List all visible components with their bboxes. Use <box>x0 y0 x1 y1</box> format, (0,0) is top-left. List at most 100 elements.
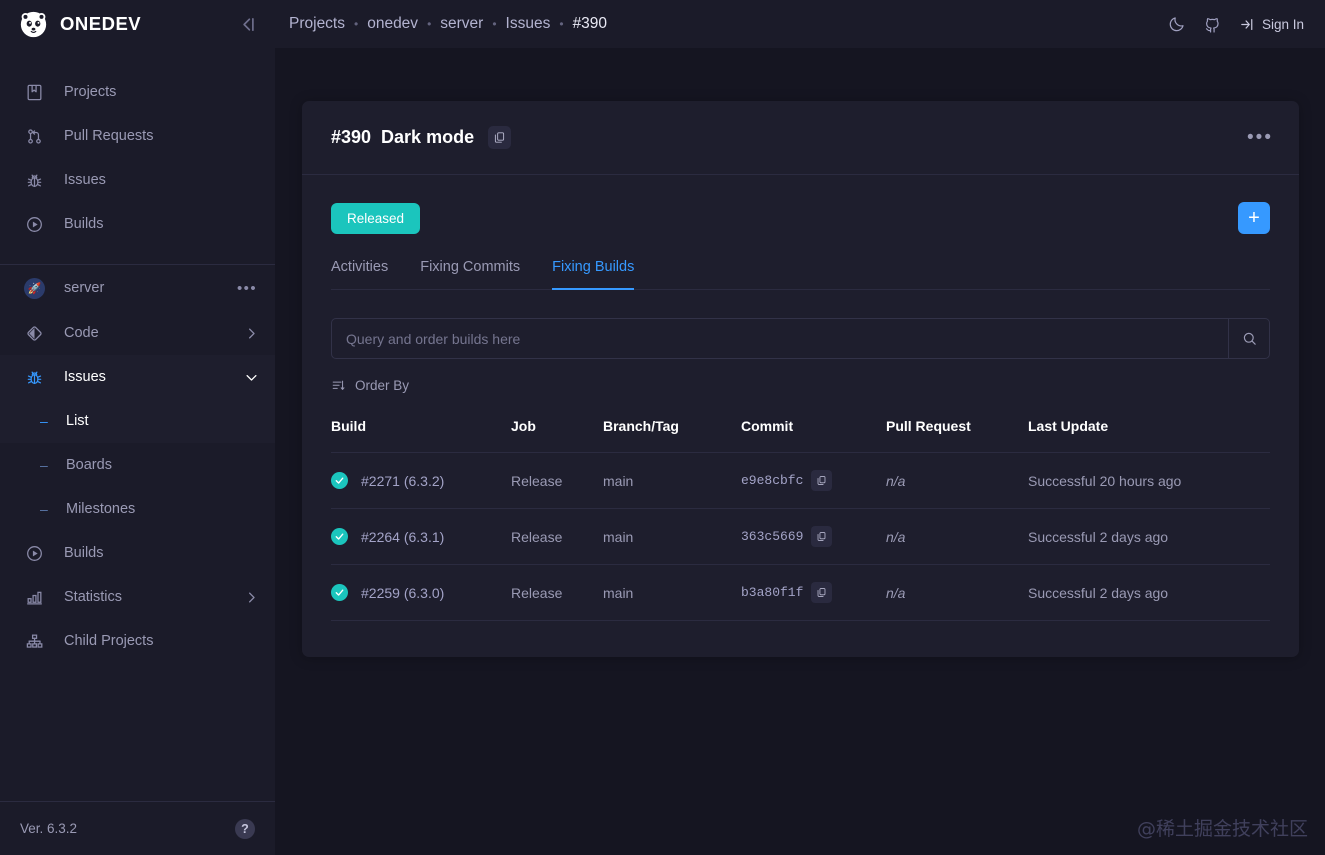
version-label: Ver. 6.3.2 <box>20 821 78 836</box>
sidebar-item-label: Child Projects <box>64 633 154 649</box>
ellipsis-icon[interactable]: ••• <box>237 280 257 297</box>
commit-hash[interactable]: e9e8cbfc <box>741 473 803 488</box>
chevron-right-icon <box>244 326 259 341</box>
copy-icon[interactable] <box>811 470 833 491</box>
tab-activities[interactable]: Activities <box>331 259 388 290</box>
sidebar-item-issues[interactable]: Issues <box>0 158 275 202</box>
status-row: Released + <box>331 202 1270 234</box>
code-icon <box>24 323 44 343</box>
pull-request-icon <box>24 126 44 146</box>
sidebar-item-label: Builds <box>64 545 104 561</box>
sidebar-subitem-label: Boards <box>66 457 112 473</box>
cell-job[interactable]: Release <box>511 564 603 621</box>
column-header-commit: Commit <box>741 418 886 453</box>
issue-menu-ellipsis-icon[interactable]: ••• <box>1247 127 1273 149</box>
dash-icon: – <box>40 413 48 429</box>
issue-card-body: Released + Activities Fixing Commits Fix… <box>302 175 1299 657</box>
topbar: Projects • onedev • server • Issues • #3… <box>275 0 1325 48</box>
sidebar-item-project-builds[interactable]: Builds <box>0 531 275 575</box>
table-row[interactable]: #2259 (6.3.0) Release main b3a80f1f n/a … <box>331 564 1270 621</box>
breadcrumb-item-projects[interactable]: Projects <box>289 15 345 33</box>
sign-in-label: Sign In <box>1261 16 1304 32</box>
sidebar-item-label: Issues <box>64 172 106 188</box>
cell-job[interactable]: Release <box>511 508 603 565</box>
sidebar-item-project-issues[interactable]: Issues <box>0 355 275 399</box>
collapse-sidebar-icon[interactable] <box>235 11 261 37</box>
commit-hash[interactable]: b3a80f1f <box>741 585 803 600</box>
search-icon[interactable] <box>1228 319 1269 358</box>
projects-icon <box>24 82 44 102</box>
cell-commit: 363c5669 <box>741 508 886 565</box>
watermark: @稀土掘金技术社区 <box>1136 818 1308 840</box>
sidebar-subitem-label: List <box>66 413 89 429</box>
breadcrumb-item-issues[interactable]: Issues <box>506 15 551 33</box>
status-badge[interactable]: Released <box>331 202 421 234</box>
cell-job[interactable]: Release <box>511 452 603 509</box>
content-area: #390 Dark mode ••• Released + Activities… <box>275 48 1325 855</box>
bar-chart-icon <box>24 587 44 607</box>
moon-icon[interactable] <box>1167 14 1187 34</box>
column-header-build: Build <box>331 418 511 453</box>
search-input[interactable] <box>332 319 1228 358</box>
issue-card: #390 Dark mode ••• Released + Activities… <box>302 101 1299 657</box>
sidebar-item-child-projects[interactable]: Child Projects <box>0 619 275 663</box>
cell-branch[interactable]: main <box>603 564 741 621</box>
issue-number: #390 <box>331 127 372 147</box>
sitemap-icon <box>24 631 44 651</box>
cell-build: #2271 (6.3.2) <box>331 452 511 509</box>
sidebar-item-pull-requests[interactable]: Pull Requests <box>0 114 275 158</box>
play-circle-icon <box>24 214 44 234</box>
tab-fixing-commits[interactable]: Fixing Commits <box>420 259 520 290</box>
build-query-bar <box>331 318 1270 359</box>
table-row[interactable]: #2264 (6.3.1) Release main 363c5669 n/a … <box>331 508 1270 565</box>
sidebar-subitem-boards[interactable]: – Boards <box>0 443 275 487</box>
bug-icon <box>24 170 44 190</box>
sidebar-item-label: Projects <box>64 84 117 100</box>
add-button[interactable]: + <box>1238 202 1270 234</box>
column-header-job: Job <box>511 418 603 453</box>
sidebar-item-builds[interactable]: Builds <box>0 202 275 246</box>
breadcrumb-item-onedev[interactable]: onedev <box>367 15 418 33</box>
help-icon[interactable]: ? <box>235 818 255 839</box>
breadcrumb-separator: • <box>559 17 564 31</box>
column-header-branch-tag: Branch/Tag <box>603 418 741 453</box>
order-by-control[interactable]: Order By <box>331 378 1270 393</box>
breadcrumb-item-issue-number[interactable]: #390 <box>573 15 607 33</box>
sidebar-subitem-milestones[interactable]: – Milestones <box>0 487 275 531</box>
sidebar-footer: Ver. 6.3.2 ? <box>0 801 275 855</box>
sidebar-project-selector[interactable]: 🚀 server ••• <box>0 265 275 311</box>
sidebar-item-projects[interactable]: Projects <box>0 70 275 114</box>
copy-icon[interactable] <box>811 582 833 603</box>
sidebar-subitem-label: Milestones <box>66 501 136 517</box>
copy-icon[interactable] <box>811 526 833 547</box>
main-area: Projects • onedev • server • Issues • #3… <box>275 0 1325 855</box>
bug-icon <box>24 367 44 387</box>
github-icon[interactable] <box>1203 14 1223 34</box>
issue-title: Dark mode <box>381 127 475 147</box>
sidebar-subitem-list[interactable]: – List <box>0 399 275 443</box>
sidebar-item-label: Issues <box>64 369 106 385</box>
app-root: ONEDEV Projects Pull Requests Issues Bui… <box>0 0 1325 855</box>
builds-table-head: Build Job Branch/Tag Commit Pull Request… <box>331 418 1270 453</box>
build-link[interactable]: #2264 (6.3.1) <box>361 529 444 545</box>
build-link[interactable]: #2259 (6.3.0) <box>361 585 444 601</box>
sign-in-button[interactable]: Sign In <box>1239 16 1304 33</box>
sidebar-item-code[interactable]: Code <box>0 311 275 355</box>
cell-branch[interactable]: main <box>603 508 741 565</box>
tab-fixing-builds[interactable]: Fixing Builds <box>552 259 635 290</box>
cell-commit: b3a80f1f <box>741 564 886 621</box>
commit-hash[interactable]: 363c5669 <box>741 529 803 544</box>
cell-last-update: Successful 20 hours ago <box>1028 452 1270 509</box>
sidebar-item-label: Code <box>64 325 99 341</box>
play-circle-icon <box>24 543 44 563</box>
cell-branch[interactable]: main <box>603 452 741 509</box>
sidebar-item-label: Pull Requests <box>64 128 154 144</box>
copy-icon[interactable] <box>488 126 512 149</box>
sidebar-item-statistics[interactable]: Statistics <box>0 575 275 619</box>
builds-table: Build Job Branch/Tag Commit Pull Request… <box>331 418 1270 621</box>
breadcrumb-item-server[interactable]: server <box>440 15 483 33</box>
table-row[interactable]: #2271 (6.3.2) Release main e9e8cbfc n/a … <box>331 452 1270 509</box>
brand-header: ONEDEV <box>0 0 275 48</box>
dash-icon: – <box>40 501 48 517</box>
build-link[interactable]: #2271 (6.3.2) <box>361 473 444 489</box>
